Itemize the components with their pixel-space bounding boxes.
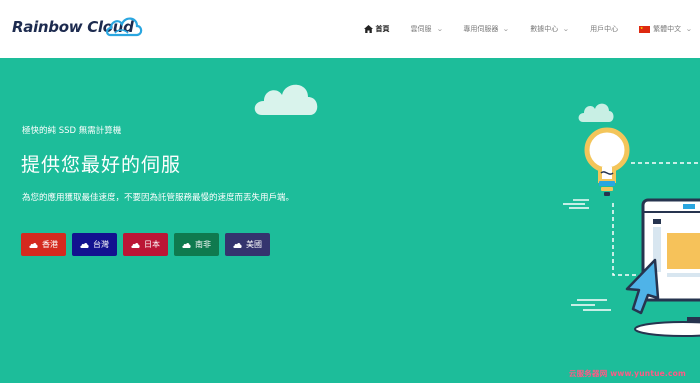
logo[interactable]: Rainbow Cloud xyxy=(12,13,143,45)
nav-label: 用戶中心 xyxy=(590,25,619,33)
hero-kicker: 極快的純 SSD 無需計算機 xyxy=(22,126,122,136)
hero-subtitle: 為您的應用獲取最佳速度，不要因為託管服務最慢的速度而丟失用戶端。 xyxy=(22,193,295,203)
watermark: 云服务器网 www.yuntue.com xyxy=(568,369,686,378)
nav-item-data-center[interactable]: 數據中心 ⌄ xyxy=(530,24,569,34)
region-label: 南非 xyxy=(195,240,211,249)
region-button-usa[interactable]: 美國 xyxy=(225,233,270,256)
cloud-icon xyxy=(182,242,191,248)
nav-item-user-center[interactable]: 用戶中心 xyxy=(590,24,618,34)
page: Rainbow Cloud 首頁 雲伺服 ⌄ 專用伺服器 ⌄ 數據中心 ⌄ 用戶… xyxy=(0,0,700,383)
cloud-icon xyxy=(29,242,38,248)
cloud-decoration xyxy=(254,84,318,115)
lightbulb-icon xyxy=(584,127,630,196)
nav-label: 首頁 xyxy=(375,25,390,33)
region-button-taiwan[interactable]: 台灣 xyxy=(72,233,117,256)
nav-item-home[interactable]: 首頁 xyxy=(363,24,390,34)
main-nav: 首頁 雲伺服 ⌄ 專用伺服器 ⌄ 數據中心 ⌄ 用戶中心 繁體中文 ⌄ xyxy=(343,0,693,58)
cloud-icon xyxy=(233,242,242,248)
region-button-japan[interactable]: 日本 xyxy=(123,233,168,256)
nav-label: 繁體中文 xyxy=(653,25,682,33)
region-label: 香港 xyxy=(42,240,58,249)
nav-item-dedicated-server[interactable]: 專用伺服器 ⌄ xyxy=(463,24,509,34)
chevron-down-icon: ⌄ xyxy=(562,25,570,33)
region-buttons: 香港 台灣 日本 南非 美國 xyxy=(21,233,276,256)
region-label: 日本 xyxy=(144,240,160,249)
nav-item-cloud-server[interactable]: 雲伺服 ⌄ xyxy=(411,24,443,34)
chevron-down-icon: ⌄ xyxy=(502,25,510,33)
region-label: 美國 xyxy=(246,240,262,249)
nav-label: 雲伺服 xyxy=(410,25,432,33)
region-button-hong-kong[interactable]: 香港 xyxy=(21,233,66,256)
nav-item-language[interactable]: 繁體中文 ⌄ xyxy=(639,24,693,34)
hero-title: 提供您最好的伺服 xyxy=(21,154,182,176)
hero-illustration xyxy=(563,127,700,337)
cloud-icon xyxy=(131,242,140,248)
region-button-south-africa[interactable]: 南非 xyxy=(174,233,219,256)
nav-label: 專用伺服器 xyxy=(463,25,499,33)
site-header: Rainbow Cloud 首頁 雲伺服 ⌄ 專用伺服器 ⌄ 數據中心 ⌄ 用戶… xyxy=(0,0,700,58)
nav-label: 數據中心 xyxy=(530,25,559,33)
home-icon xyxy=(363,25,373,33)
china-flag-icon xyxy=(639,25,651,33)
chevron-down-icon: ⌄ xyxy=(435,25,443,33)
cloud-icon xyxy=(80,242,89,248)
logo-cloud-icon xyxy=(106,17,143,37)
chevron-down-icon: ⌄ xyxy=(685,25,693,33)
region-label: 台灣 xyxy=(93,240,109,249)
